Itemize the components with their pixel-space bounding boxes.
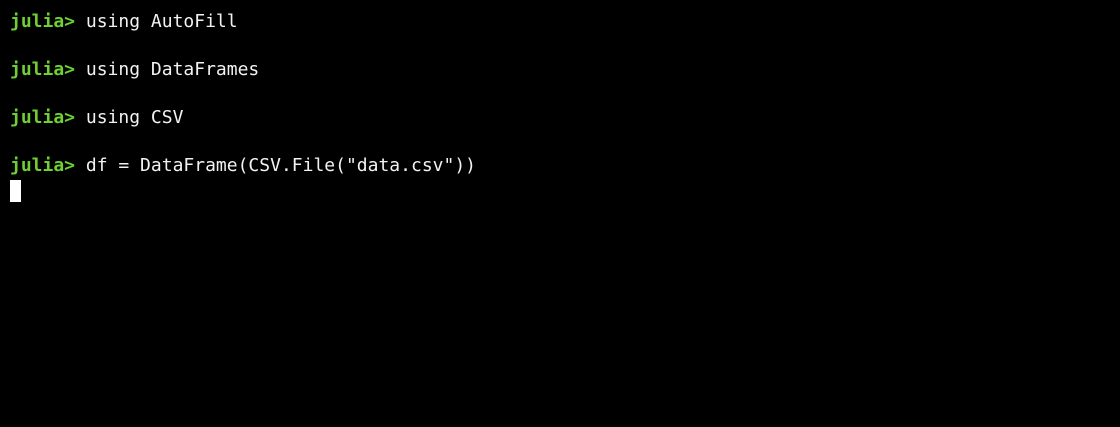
- terminal-line: julia> using CSV: [10, 106, 183, 130]
- julia-prompt: julia>: [10, 107, 76, 128]
- command-text: using DataFrames: [85, 59, 260, 80]
- command-text: df = DataFrame(CSV.File("data.csv")): [85, 155, 477, 176]
- terminal-line: julia> using DataFrames: [10, 58, 259, 82]
- command-text: using AutoFill: [85, 11, 238, 32]
- julia-prompt: julia>: [10, 59, 76, 80]
- command-text: using CSV: [85, 107, 184, 128]
- terminal-line: julia> df = DataFrame(CSV.File("data.csv…: [10, 154, 476, 178]
- julia-prompt: julia>: [10, 11, 76, 32]
- terminal-line: julia> using AutoFill: [10, 10, 238, 34]
- julia-prompt: julia>: [10, 155, 76, 176]
- text-cursor[interactable]: [10, 180, 21, 202]
- terminal-window[interactable]: julia> using AutoFill julia> using DataF…: [0, 0, 1120, 427]
